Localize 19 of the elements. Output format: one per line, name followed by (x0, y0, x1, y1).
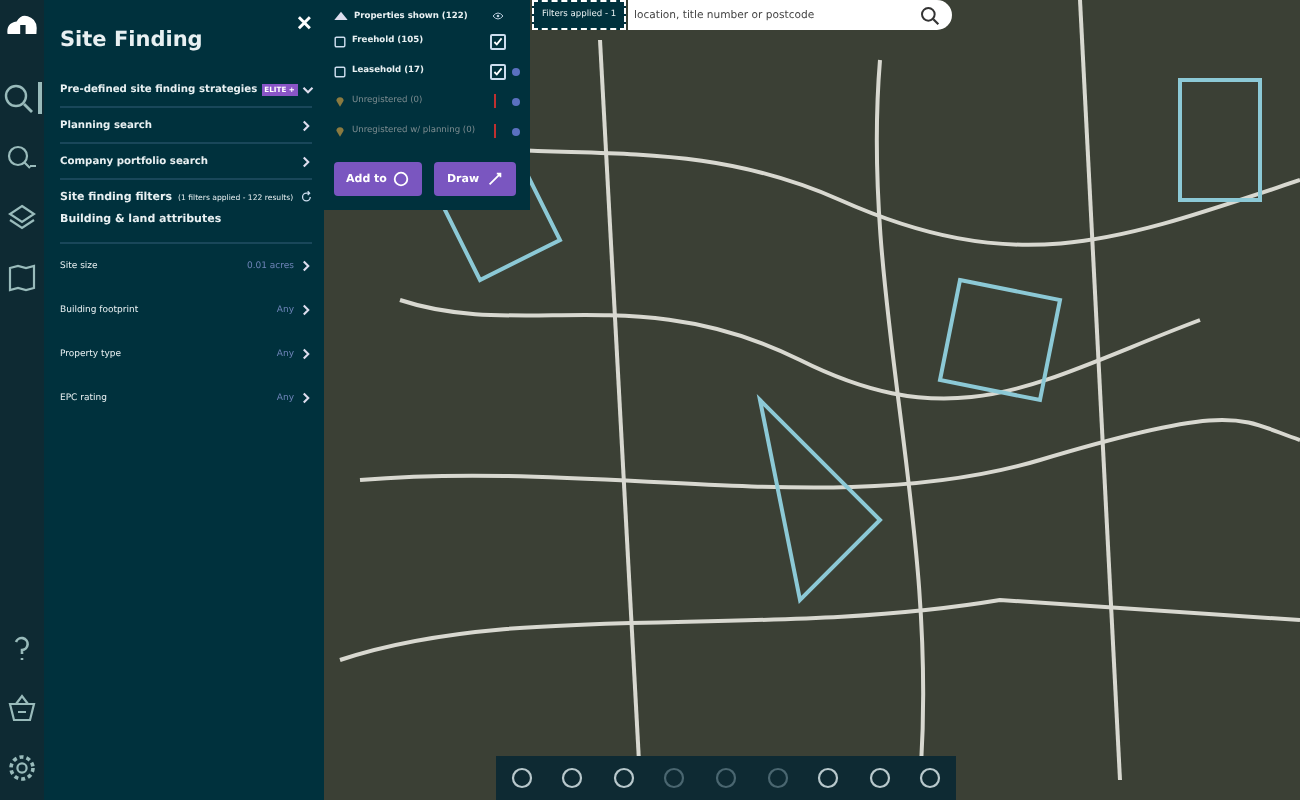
refresh-icon[interactable] (299, 190, 312, 204)
chevron-icon (300, 119, 312, 131)
panel-title: Site Finding (60, 28, 203, 52)
square-icon (334, 35, 346, 47)
square-icon (334, 65, 346, 77)
arrow-icon (485, 170, 504, 188)
chevron-icon (300, 392, 312, 404)
search-icon[interactable] (920, 5, 940, 25)
settings-icon[interactable] (6, 752, 38, 784)
map-icon[interactable] (6, 262, 38, 294)
map-search-icon[interactable] (6, 142, 38, 174)
chevron-icon (300, 260, 312, 272)
basket-icon[interactable] (6, 692, 38, 724)
chevron-icon (300, 304, 312, 316)
chevron-icon (300, 155, 312, 167)
eye-icon[interactable] (492, 12, 504, 20)
close-button[interactable]: ✕ (296, 12, 312, 36)
chevron-icon (300, 348, 312, 360)
caret-icon[interactable] (334, 9, 348, 23)
